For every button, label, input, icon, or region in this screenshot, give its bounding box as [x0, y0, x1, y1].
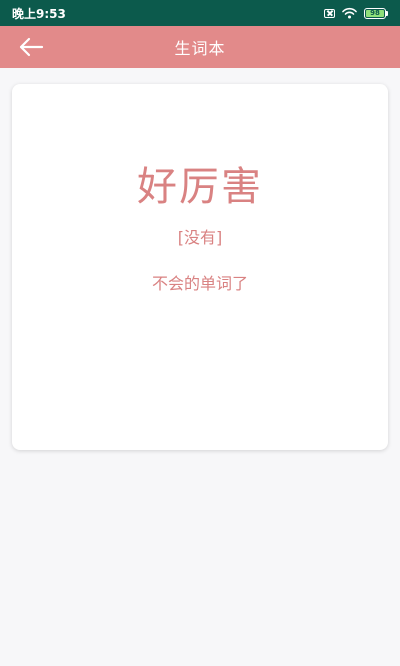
wifi-icon [342, 7, 357, 19]
battery-level: 98 [366, 9, 384, 17]
word-text: 好厉害 [137, 164, 263, 210]
page-title: 生词本 [174, 39, 226, 58]
back-button[interactable] [14, 33, 48, 61]
word-card[interactable]: 好厉害 [没有] 不会的单词了 [12, 84, 388, 450]
battery-icon: 98 [364, 7, 388, 19]
meaning-text: 不会的单词了 [151, 274, 248, 293]
status-time: 晚上9:53 [12, 6, 66, 21]
phonetic-text: [没有] [177, 228, 223, 247]
sim-off-icon [324, 8, 335, 18]
status-bar: 晚上9:53 98 [0, 0, 400, 26]
arrow-left-icon [19, 37, 44, 57]
status-icons: 98 [324, 7, 388, 19]
app-bar: 生词本 [0, 26, 400, 68]
